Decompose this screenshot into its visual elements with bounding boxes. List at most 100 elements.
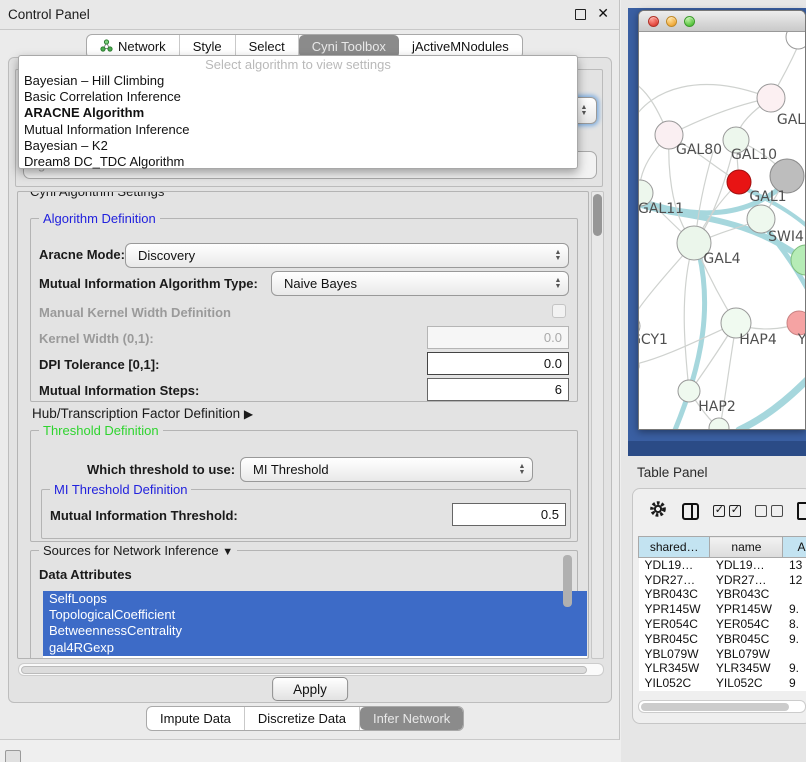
mi-type-combo[interactable]: Naive Bayes ▲▼ bbox=[271, 271, 569, 296]
table-cell: YBR043C bbox=[710, 587, 783, 602]
dpi-tolerance-label: DPI Tolerance [0,1]: bbox=[39, 357, 159, 372]
node-table: shared…nameA YDL19…YDL19…13YDR27…YDR27…1… bbox=[638, 536, 806, 691]
minimize-window-icon[interactable] bbox=[666, 16, 677, 27]
control-panel-window: Control Panel ✕ NetworkStyleSelectCyni T… bbox=[0, 0, 620, 740]
aracne-mode-label: Aracne Mode: bbox=[39, 247, 125, 262]
list-scrollbar[interactable] bbox=[563, 555, 572, 611]
sources-toggle[interactable]: Sources for Network Inference ▼ bbox=[39, 543, 237, 558]
manual-kernel-checkbox[interactable] bbox=[552, 304, 566, 318]
list-item-topologicalcoefficient[interactable]: TopologicalCoefficient bbox=[43, 607, 587, 623]
table-cell bbox=[783, 646, 806, 661]
group-title: Cyni Algorithm Settings bbox=[26, 191, 168, 199]
aracne-mode-combo[interactable]: Discovery ▲▼ bbox=[125, 243, 569, 268]
kernel-width-field[interactable] bbox=[427, 326, 569, 349]
dropdown-item-aracne-algorithm[interactable]: ARACNE Algorithm bbox=[19, 105, 577, 121]
group-title: MI Threshold Definition bbox=[50, 482, 191, 497]
network-window-titlebar[interactable] bbox=[639, 11, 805, 32]
chevron-right-icon: ▶ bbox=[244, 407, 253, 421]
node-label: SWI4 bbox=[768, 229, 804, 245]
list-item-selfloops[interactable]: SelfLoops bbox=[43, 591, 587, 607]
control-panel-header: Control Panel ✕ bbox=[0, 0, 619, 30]
float-window-icon[interactable] bbox=[575, 9, 586, 20]
mi-threshold-field[interactable] bbox=[452, 503, 566, 526]
right-panel: GALGAL80GAL10GAL1GAL11SWI4GAL4GCY1HAP4YH… bbox=[621, 0, 806, 762]
column-header-shared[interactable]: shared… bbox=[639, 537, 710, 558]
table-row[interactable]: YER054CYER054C8. bbox=[639, 617, 806, 632]
document-icon[interactable] bbox=[797, 502, 806, 520]
tab-discretize-data[interactable]: Discretize Data bbox=[245, 707, 360, 730]
mi-type-label: Mutual Information Algorithm Type: bbox=[39, 276, 258, 291]
select-all-columns-icon[interactable] bbox=[713, 505, 741, 517]
table-cell: YDL19… bbox=[639, 558, 710, 573]
network-node[interactable] bbox=[757, 84, 785, 112]
table-cell: YER054C bbox=[639, 617, 710, 632]
dropdown-item-basic-correlation-inference[interactable]: Basic Correlation Inference bbox=[19, 89, 577, 105]
deselect-all-columns-icon[interactable] bbox=[755, 505, 783, 517]
network-node[interactable] bbox=[770, 159, 804, 193]
vertical-scrollbar[interactable] bbox=[591, 191, 604, 659]
table-cell: 8. bbox=[783, 617, 806, 632]
table-row[interactable]: YIL052CYIL052C9 bbox=[639, 676, 806, 691]
table-cell: YER054C bbox=[710, 617, 783, 632]
kernel-width-label: Kernel Width (0,1): bbox=[39, 331, 154, 346]
apply-button[interactable]: Apply bbox=[272, 677, 348, 701]
column-header-name[interactable]: name bbox=[710, 537, 783, 558]
network-node[interactable] bbox=[786, 32, 806, 49]
table-cell: YIL052C bbox=[639, 676, 710, 691]
table-row[interactable]: YDR27…YDR27…12 bbox=[639, 572, 806, 587]
close-icon[interactable]: ✕ bbox=[597, 5, 609, 22]
cyni-algorithm-settings-group: Cyni Algorithm Settings Algorithm Defini… bbox=[17, 191, 589, 659]
table-row[interactable]: YBR045CYBR045C9. bbox=[639, 631, 806, 646]
table-cell: 9. bbox=[783, 631, 806, 646]
dpi-tolerance-field[interactable] bbox=[427, 352, 569, 375]
network-edge bbox=[684, 245, 693, 390]
minimized-panel-icon[interactable] bbox=[5, 750, 21, 762]
threshold-definition-group: Threshold Definition Which threshold to … bbox=[30, 430, 578, 542]
table-cell: YBL079W bbox=[710, 646, 783, 661]
table-row[interactable]: YDL19…YDL19…13 bbox=[639, 558, 806, 573]
node-label: HAP4 bbox=[739, 332, 777, 348]
horizontal-scrollbar[interactable] bbox=[18, 663, 604, 676]
table-cell: YDR27… bbox=[639, 572, 710, 587]
tab-infer-network[interactable]: Infer Network bbox=[360, 707, 463, 730]
tab-impute-data[interactable]: Impute Data bbox=[147, 707, 245, 730]
data-attributes-list: SelfLoopsTopologicalCoefficientBetweenne… bbox=[43, 591, 587, 659]
network-node[interactable] bbox=[678, 380, 700, 402]
table-row[interactable]: YPR145WYPR145W9. bbox=[639, 602, 806, 617]
algorithm-definition-group: Algorithm Definition Aracne Mode: Discov… bbox=[30, 218, 578, 402]
network-node[interactable] bbox=[709, 418, 729, 430]
mi-threshold-label: Mutual Information Threshold: bbox=[50, 508, 238, 523]
mi-steps-field[interactable] bbox=[427, 378, 569, 401]
mi-steps-label: Mutual Information Steps: bbox=[39, 383, 199, 398]
table-row[interactable]: YBL079WYBL079W bbox=[639, 646, 806, 661]
table-cell: 9 bbox=[783, 676, 806, 691]
column-header-a[interactable]: A bbox=[783, 537, 806, 558]
spinner-icon: ▲▼ bbox=[548, 250, 568, 261]
dropdown-item-bayesian-hill-climbing[interactable]: Bayesian – Hill Climbing bbox=[19, 73, 577, 89]
close-window-icon[interactable] bbox=[648, 16, 659, 27]
network-view-window[interactable]: GALGAL80GAL10GAL1GAL11SWI4GAL4GCY1HAP4YH… bbox=[638, 10, 806, 430]
zoom-window-icon[interactable] bbox=[684, 16, 695, 27]
network-canvas[interactable]: GALGAL80GAL10GAL1GAL11SWI4GAL4GCY1HAP4YH… bbox=[639, 32, 806, 430]
list-item-gal4rgexp[interactable]: gal4RGexp bbox=[43, 640, 587, 656]
data-attributes-label: Data Attributes bbox=[39, 567, 132, 582]
hub-definition-toggle[interactable]: Hub/Transcription Factor Definition ▶ bbox=[32, 406, 253, 421]
list-item-betweennesscentrality[interactable]: BetweennessCentrality bbox=[43, 623, 587, 639]
which-threshold-label: Which threshold to use: bbox=[87, 462, 235, 477]
dropdown-item-mutual-information-inference[interactable]: Mutual Information Inference bbox=[19, 122, 577, 138]
table-row[interactable]: YLR345WYLR345W9. bbox=[639, 661, 806, 676]
columns-icon[interactable] bbox=[682, 503, 699, 520]
node-label: GAL11 bbox=[639, 201, 684, 217]
node-label: GAL bbox=[777, 112, 805, 128]
node-label: Y bbox=[797, 332, 806, 348]
which-threshold-combo[interactable]: MI Threshold ▲▼ bbox=[240, 457, 533, 482]
table-row[interactable]: YBR043CYBR043C bbox=[639, 587, 806, 602]
dropdown-prompt: Select algorithm to view settings bbox=[19, 58, 577, 73]
dropdown-item-bayesian-k2[interactable]: Bayesian – K2 bbox=[19, 138, 577, 154]
dropdown-item-dream8-dc-tdc-algorithm[interactable]: Dream8 DC_TDC Algorithm bbox=[19, 154, 577, 170]
table-horizontal-scrollbar[interactable] bbox=[638, 700, 806, 713]
gear-icon[interactable] bbox=[648, 499, 668, 524]
node-label: GAL1 bbox=[749, 189, 786, 205]
table-cell: 13 bbox=[783, 558, 806, 573]
network-node[interactable] bbox=[727, 170, 751, 194]
